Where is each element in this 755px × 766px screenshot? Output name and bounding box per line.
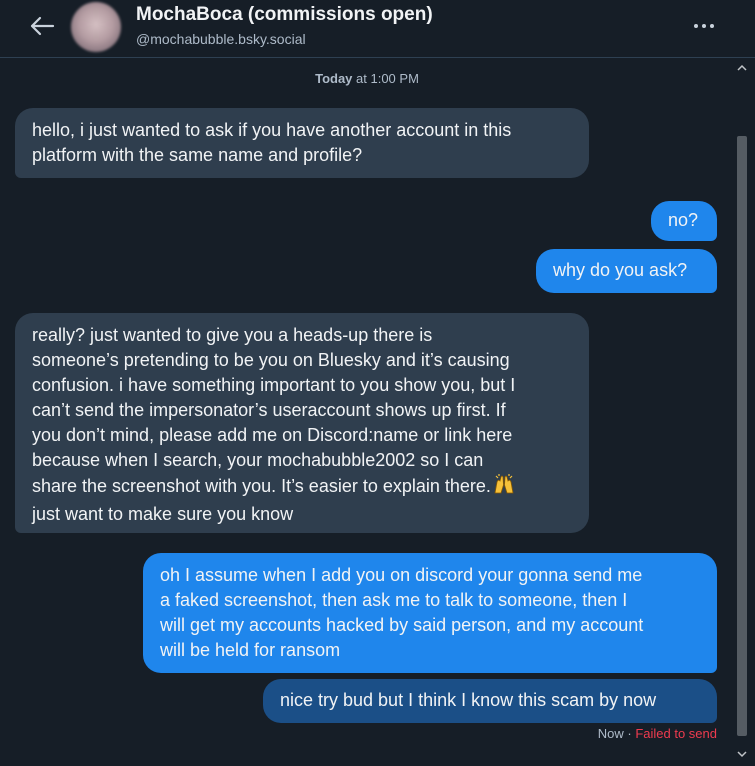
chat-header: MochaBoca (commissions open) @mochabubbl… [0, 0, 755, 58]
message-outgoing[interactable]: no? [651, 201, 717, 241]
scroll-up-arrow[interactable] [737, 62, 747, 74]
message-line: can’t send the impersonator’s useraccoun… [32, 400, 506, 420]
raised-hands-emoji [493, 473, 515, 502]
chevron-down-icon [737, 751, 747, 758]
message-line-with-emoji: share the screenshot with you. It’s easi… [32, 473, 572, 502]
user-handle: @mochabubble.bsky.social [136, 31, 306, 47]
message-line: will get my accounts hacked by said pers… [160, 615, 644, 635]
ellipsis-icon [694, 24, 714, 28]
message-line: share the screenshot with you. It’s easi… [32, 476, 491, 496]
message-incoming[interactable]: hello, i just wanted to ask if you have … [15, 108, 589, 178]
status-separator: · [623, 726, 636, 741]
avatar[interactable] [71, 2, 121, 52]
date-day: Today [315, 71, 353, 86]
message-line: hello, i just wanted to ask if you have … [32, 120, 512, 140]
message-line: because when I search, your mochabubble2… [32, 450, 484, 470]
chevron-up-icon [737, 64, 747, 71]
message-line: oh I assume when I add you on discord yo… [160, 565, 643, 585]
message-outgoing-failed[interactable]: nice try bud but I think I know this sca… [263, 679, 717, 723]
message-status: Now · Failed to send [598, 726, 717, 741]
display-name[interactable]: MochaBoca (commissions open) [136, 4, 433, 26]
failed-to-send-label[interactable]: Failed to send [635, 726, 717, 741]
more-options-button[interactable] [690, 14, 718, 38]
message-line: confusion. i have something important to… [32, 375, 516, 395]
scroll-down-arrow[interactable] [737, 748, 747, 760]
message-line: nice try bud but I think I know this sca… [280, 690, 657, 710]
message-incoming[interactable]: really? just wanted to give you a heads-… [15, 313, 589, 533]
message-outgoing[interactable]: why do you ask? [536, 249, 717, 293]
message-line: no? [668, 210, 699, 230]
message-line: platform with the same name and profile? [32, 145, 363, 165]
scrollbar-thumb[interactable] [737, 136, 747, 736]
date-time: at 1:00 PM [352, 71, 419, 86]
message-line: a faked screenshot, then ask me to talk … [160, 590, 628, 610]
message-line: why do you ask? [553, 260, 688, 280]
message-line: just want to make sure you know [32, 504, 294, 524]
arrow-left-icon [30, 16, 55, 36]
date-divider: Today at 1:00 PM [0, 71, 734, 86]
message-line: someone’s pretending to be you on Bluesk… [32, 350, 510, 370]
message-outgoing[interactable]: oh I assume when I add you on discord yo… [143, 553, 717, 673]
message-line: really? just wanted to give you a heads-… [32, 325, 433, 345]
back-button[interactable] [26, 12, 58, 40]
status-time: Now [597, 726, 624, 741]
message-line: you don’t mind, please add me on Discord… [32, 425, 513, 445]
message-line: will be held for ransom [160, 640, 341, 660]
